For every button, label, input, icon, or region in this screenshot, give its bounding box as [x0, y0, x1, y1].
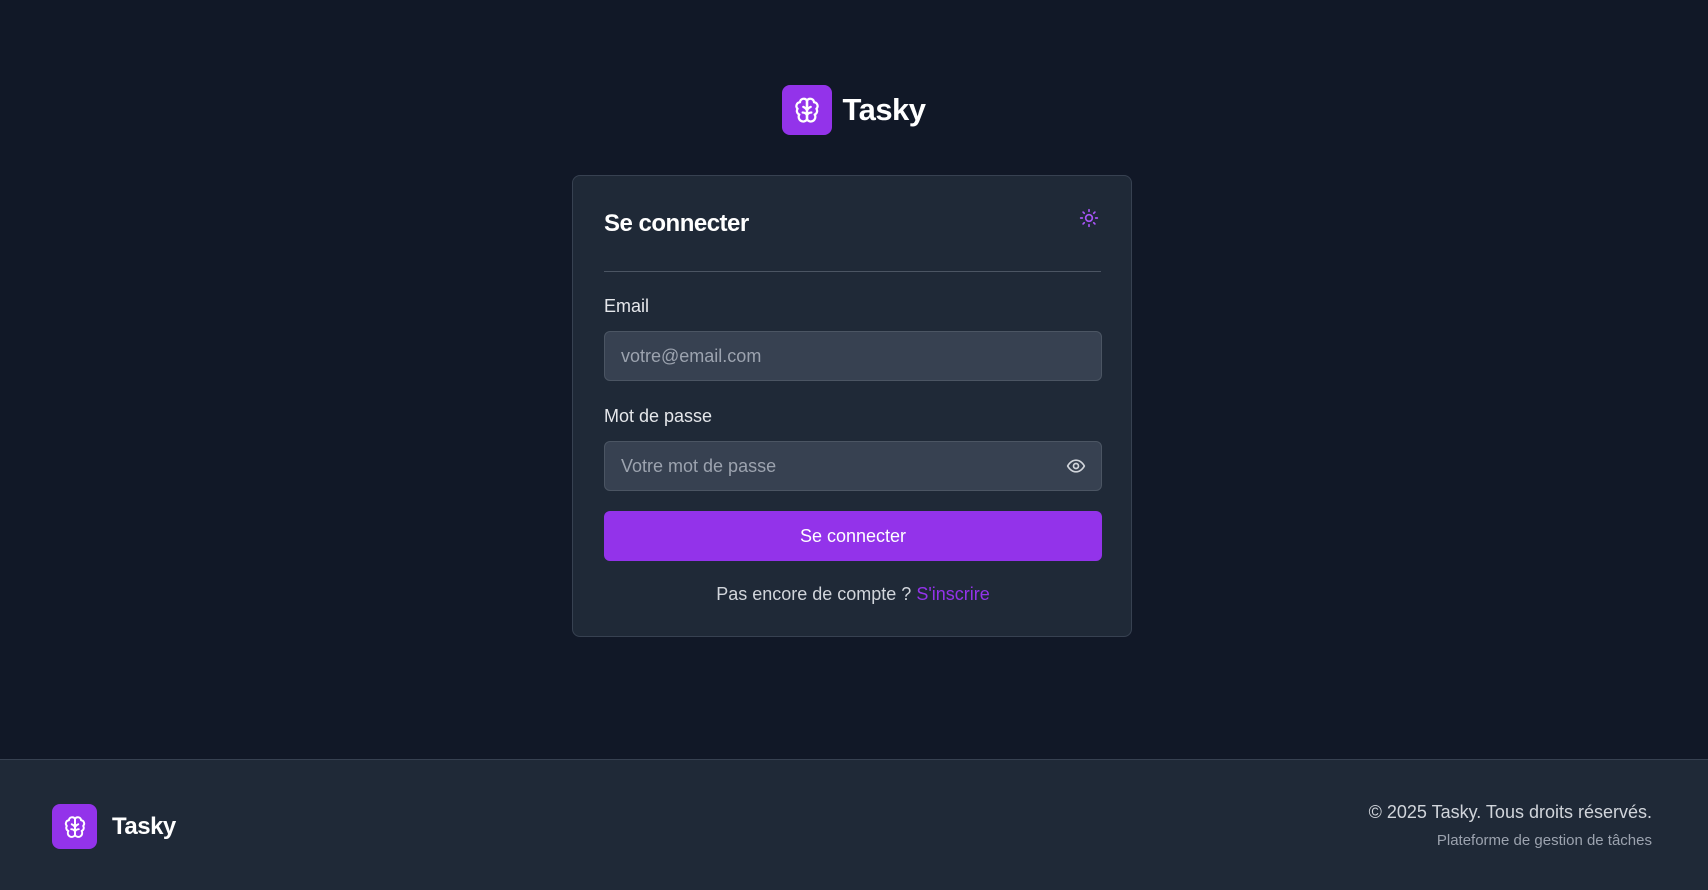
sun-icon — [1079, 208, 1099, 228]
password-field[interactable] — [605, 442, 1101, 490]
signup-link[interactable]: S'inscrire — [916, 584, 989, 604]
login-card: Se connecter Email Mot de passe Se con — [572, 175, 1132, 637]
brand-name: Tasky — [842, 92, 926, 127]
footer: Tasky © 2025 Tasky. Tous droits réservés… — [0, 759, 1708, 890]
show-password-button[interactable] — [1065, 455, 1087, 477]
login-submit-button[interactable]: Se connecter — [604, 511, 1102, 561]
password-label: Mot de passe — [604, 406, 713, 426]
theme-toggle-button[interactable] — [1077, 206, 1101, 230]
email-label: Email — [604, 296, 650, 316]
signup-prompt-text: Pas encore de compte ? — [716, 584, 912, 604]
tagline-text: Plateforme de gestion de tâches — [1436, 832, 1652, 849]
footer-info: © 2025 Tasky. Tous droits réservés. Plat… — [1369, 802, 1652, 849]
signup-prompt-row: Pas encore de compte ? S'inscrire — [573, 584, 1133, 605]
copyright-text: © 2025 Tasky. Tous droits réservés. — [1368, 802, 1652, 822]
email-field[interactable] — [605, 332, 1101, 380]
email-field-wrapper — [604, 331, 1102, 381]
footer-brand: Tasky — [52, 804, 176, 849]
card-header: Se connecter — [604, 176, 1101, 272]
eye-icon — [1066, 459, 1086, 473]
brain-icon — [52, 804, 97, 849]
footer-brand-name: Tasky — [112, 812, 176, 840]
brain-icon — [782, 85, 833, 135]
main-area: Tasky Se connecter Email Mot de passe — [0, 0, 1708, 759]
login-title: Se connecter — [604, 210, 749, 237]
password-field-wrapper — [604, 441, 1102, 491]
brand-header: Tasky — [0, 85, 1708, 135]
